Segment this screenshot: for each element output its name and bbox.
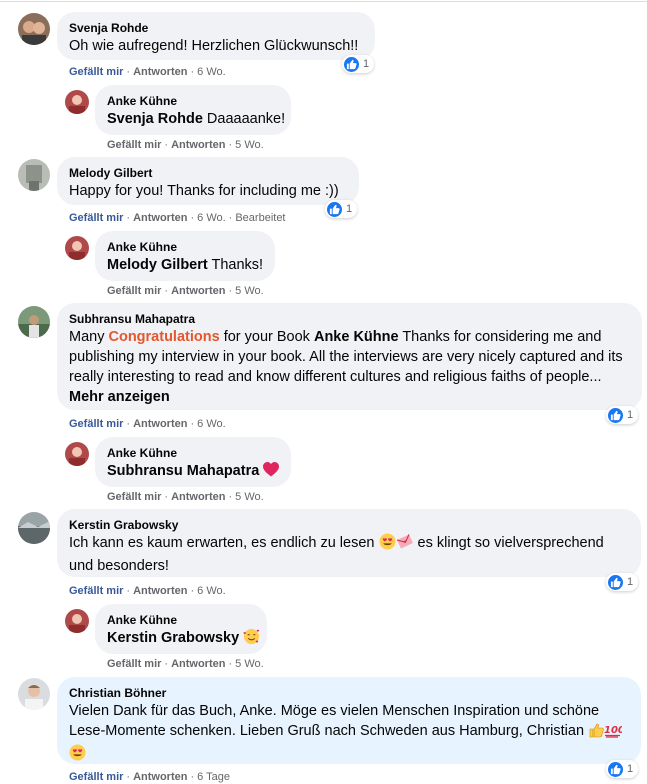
smiling-face-with-hearts-emoji xyxy=(243,628,260,651)
timestamp[interactable]: 5 Wo. xyxy=(235,139,264,151)
like-reaction-icon xyxy=(344,56,359,72)
timestamp[interactable]: 6 Wo. xyxy=(197,418,226,430)
reply-bubble: Anke Kühne Svenja Rohde Daaaaanke! xyxy=(95,85,291,135)
reply-button[interactable]: Antworten xyxy=(133,585,187,597)
comment-text: Happy for you! Thanks for including me :… xyxy=(69,183,339,199)
mention-link[interactable]: Kerstin Grabowsky xyxy=(107,630,239,646)
comment-text: Melody Gilbert Thanks! xyxy=(107,257,264,273)
reaction-count[interactable]: 1 xyxy=(325,200,358,218)
comment-actions: Gefällt mir · Antworten · 6 Wo. xyxy=(69,585,226,597)
comment-author[interactable]: Anke Kühne xyxy=(107,93,279,109)
like-button[interactable]: Gefällt mir xyxy=(69,418,123,430)
like-button[interactable]: Gefällt mir xyxy=(107,139,161,151)
avatar[interactable] xyxy=(65,90,89,114)
comment-author[interactable]: Anke Kühne xyxy=(107,445,279,461)
timestamp[interactable]: 6 Wo. xyxy=(197,585,226,597)
mention-link[interactable]: Svenja Rohde xyxy=(107,111,203,127)
reply-actions: Gefällt mir · Antworten · 5 Wo. xyxy=(107,139,264,151)
comment-text: Vielen Dank für das Buch, Anke. Möge es … xyxy=(69,701,629,767)
reply-bubble: Anke Kühne Kerstin Grabowsky xyxy=(95,604,267,654)
timestamp[interactable]: 6 Tage xyxy=(197,771,230,783)
see-more-link[interactable]: Mehr anzeigen xyxy=(69,389,170,405)
comment-bubble: Christian Böhner Vielen Dank für das Buc… xyxy=(57,677,641,764)
like-reaction-icon xyxy=(608,761,623,777)
heart-eyes-emoji xyxy=(69,744,86,767)
comment-actions: Gefällt mir · Antworten · 6 Tage xyxy=(69,771,230,783)
comment-text: Oh wie aufregend! Herzlichen Glückwunsch… xyxy=(69,38,359,54)
like-button[interactable]: Gefällt mir xyxy=(69,66,123,78)
comment-actions: Gefällt mir · Antworten · 6 Wo. xyxy=(69,66,226,78)
comment-bubble: Melody Gilbert Happy for you! Thanks for… xyxy=(57,157,359,205)
comment-text: Many Congratulations for your Book Anke … xyxy=(69,329,623,405)
comment-text: Subhransu Mahapatra xyxy=(107,461,280,483)
reaction-count[interactable]: 1 xyxy=(342,55,375,73)
edited-label: Bearbeitet xyxy=(235,212,286,224)
comment-author[interactable]: Christian Böhner xyxy=(69,685,629,701)
like-reaction-icon xyxy=(608,574,623,590)
reply-button[interactable]: Antworten xyxy=(133,212,187,224)
mention-link[interactable]: Subhransu Mahapatra xyxy=(107,463,259,479)
like-button[interactable]: Gefällt mir xyxy=(69,585,123,597)
reply-bubble: Anke Kühne Melody Gilbert Thanks! xyxy=(95,231,275,281)
comment-actions: Gefällt mir · Antworten · 6 Wo. xyxy=(69,418,226,430)
heart-eyes-emoji xyxy=(378,533,396,556)
hundred-points-emoji: 100 xyxy=(604,722,625,744)
congratulations-highlight: Congratulations xyxy=(108,329,220,345)
reaction-count[interactable]: 1 xyxy=(606,760,639,778)
like-reaction-icon xyxy=(608,407,623,423)
reply-actions: Gefällt mir · Antworten · 5 Wo. xyxy=(107,285,264,297)
reply-button[interactable]: Antworten xyxy=(133,66,187,78)
thumbs-up-emoji xyxy=(588,722,604,744)
timestamp[interactable]: 5 Wo. xyxy=(235,285,264,297)
comment-text: Ich kann es kaum erwarten, es endlich zu… xyxy=(69,533,604,574)
reply-actions: Gefällt mir · Antworten · 5 Wo. xyxy=(107,658,264,670)
comment-text: Svenja Rohde Daaaaanke! xyxy=(107,111,286,127)
reply-bubble: Anke Kühne Subhransu Mahapatra xyxy=(95,437,291,487)
mention-link[interactable]: Anke Kühne xyxy=(314,329,399,345)
avatar[interactable] xyxy=(65,236,89,260)
divider xyxy=(0,1,647,2)
red-heart-emoji xyxy=(263,462,280,483)
like-button[interactable]: Gefällt mir xyxy=(69,771,123,783)
comment-author[interactable]: Svenja Rohde xyxy=(69,20,363,36)
reply-button[interactable]: Antworten xyxy=(171,491,225,503)
timestamp[interactable]: 6 Wo. xyxy=(197,66,226,78)
reply-button[interactable]: Antworten xyxy=(133,771,187,783)
avatar[interactable] xyxy=(18,13,50,45)
avatar[interactable] xyxy=(18,678,50,710)
like-reaction-icon xyxy=(327,201,342,217)
reply-button[interactable]: Antworten xyxy=(171,658,225,670)
reaction-count[interactable]: 1 xyxy=(606,406,639,424)
timestamp[interactable]: 5 Wo. xyxy=(235,658,264,670)
avatar[interactable] xyxy=(65,442,89,466)
comment-author[interactable]: Anke Kühne xyxy=(107,612,255,628)
comment-bubble: Kerstin Grabowsky Ich kann es kaum erwar… xyxy=(57,509,641,577)
mention-link[interactable]: Melody Gilbert xyxy=(107,257,208,273)
comment-actions: Gefällt mir · Antworten · 6 Wo. · Bearbeitet xyxy=(69,212,286,224)
comment-text: Kerstin Grabowsky xyxy=(107,628,260,651)
reply-button[interactable]: Antworten xyxy=(171,285,225,297)
timestamp[interactable]: 6 Wo. xyxy=(197,212,226,224)
comment-author[interactable]: Kerstin Grabowsky xyxy=(69,517,629,533)
timestamp[interactable]: 5 Wo. xyxy=(235,491,264,503)
avatar[interactable] xyxy=(18,512,50,544)
comment-author[interactable]: Subhransu Mahapatra xyxy=(69,311,630,327)
avatar[interactable] xyxy=(65,609,89,633)
comment-author[interactable]: Anke Kühne xyxy=(107,239,263,255)
avatar[interactable] xyxy=(18,306,50,338)
comment-author[interactable]: Melody Gilbert xyxy=(69,165,347,181)
reply-button[interactable]: Antworten xyxy=(171,139,225,151)
comment-bubble: Svenja Rohde Oh wie aufregend! Herzliche… xyxy=(57,12,375,60)
love-letter-emoji xyxy=(396,533,414,556)
avatar[interactable] xyxy=(18,159,50,191)
reply-actions: Gefällt mir · Antworten · 5 Wo. xyxy=(107,491,264,503)
comment-bubble: Subhransu Mahapatra Many Congratulations… xyxy=(57,303,642,410)
svg-text:100: 100 xyxy=(604,725,622,736)
reply-button[interactable]: Antworten xyxy=(133,418,187,430)
like-button[interactable]: Gefällt mir xyxy=(107,658,161,670)
like-button[interactable]: Gefällt mir xyxy=(69,212,123,224)
like-button[interactable]: Gefällt mir xyxy=(107,491,161,503)
reaction-count[interactable]: 1 xyxy=(606,573,639,591)
like-button[interactable]: Gefällt mir xyxy=(107,285,161,297)
